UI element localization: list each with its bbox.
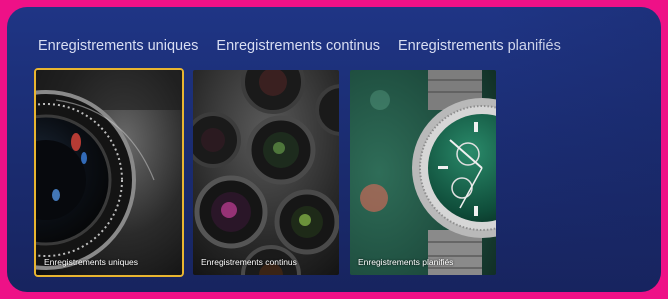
recordings-panel: Enregistrements uniques Enregistrements … <box>7 7 661 292</box>
camera-lenses-image <box>193 70 339 275</box>
tab-single-recordings[interactable]: Enregistrements uniques <box>38 38 198 54</box>
tile-scheduled-recordings[interactable]: Enregistrements planifiés <box>350 70 496 275</box>
wristwatch-image <box>350 70 496 275</box>
tab-scheduled-recordings[interactable]: Enregistrements planifiés <box>398 38 561 54</box>
tile-continuous-recordings[interactable]: Enregistrements continus <box>193 70 339 275</box>
tile-single-recordings[interactable]: Enregistrements uniques <box>34 68 184 277</box>
recording-type-tabs: Enregistrements uniques Enregistrements … <box>38 38 651 54</box>
tile-label: Enregistrements continus <box>201 257 297 267</box>
tile-label: Enregistrements uniques <box>44 257 139 267</box>
tile-label: Enregistrements planifiés <box>358 257 454 267</box>
camera-lens-image <box>36 70 182 275</box>
tab-continuous-recordings[interactable]: Enregistrements continus <box>216 38 380 54</box>
